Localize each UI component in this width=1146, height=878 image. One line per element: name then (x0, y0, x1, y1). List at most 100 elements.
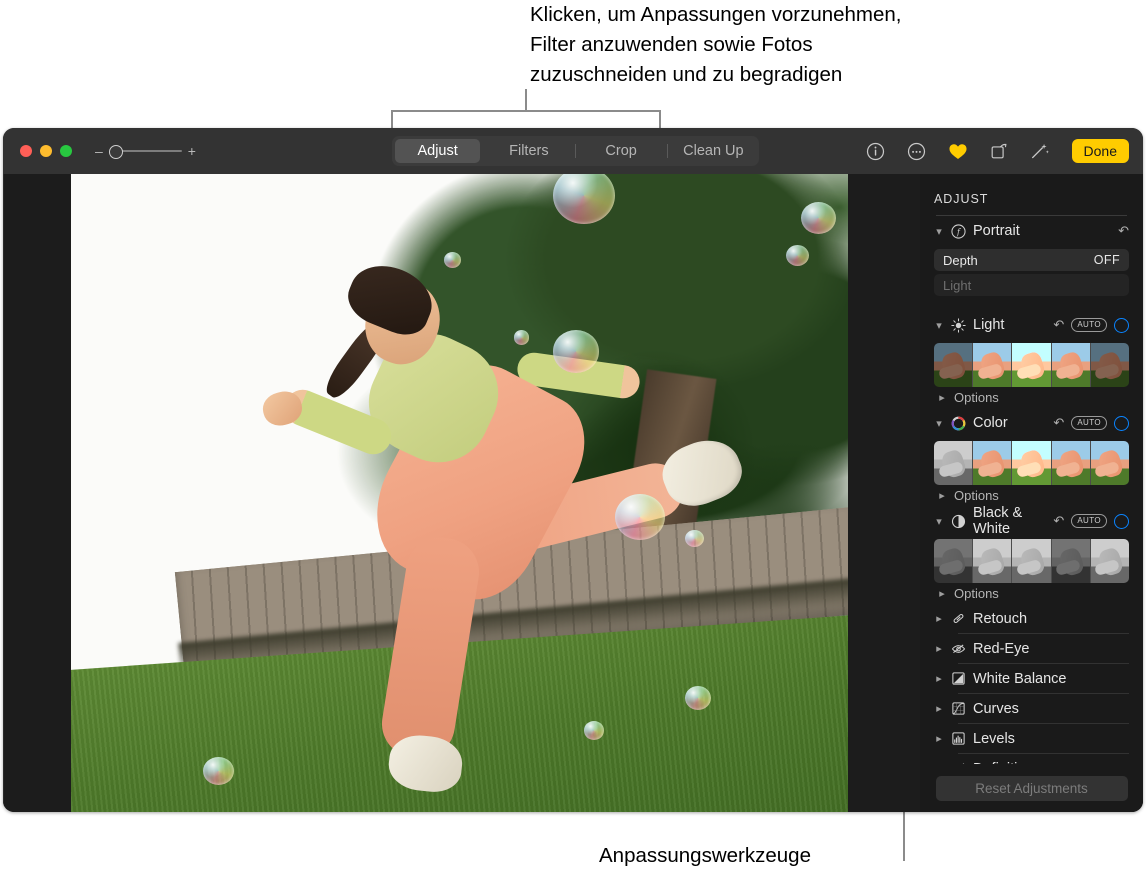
chevron-right-icon[interactable]: ▸ (937, 391, 947, 404)
sidebar-item-levels[interactable]: ▸ Levels (934, 724, 1129, 753)
portrait-light-label: Light (943, 277, 972, 293)
close-window-button[interactable] (20, 145, 32, 157)
zoom-in-icon[interactable]: + (188, 144, 196, 158)
portrait-depth-value: OFF (1093, 253, 1120, 267)
zoom-out-icon[interactable]: – (95, 144, 103, 158)
chevron-right-icon[interactable]: ▸ (934, 732, 944, 745)
sidebar-title: ADJUST (934, 192, 989, 206)
chevron-right-icon[interactable]: ▸ (934, 642, 944, 655)
chevron-right-icon[interactable]: ▸ (937, 587, 947, 600)
section-light-header[interactable]: ▾ Light ↶ AUTO (934, 310, 1129, 340)
light-options-row[interactable]: ▸ Options (934, 387, 1129, 408)
sidebar-item-definition[interactable]: ▸ Definition (934, 754, 1129, 764)
variation-thumb[interactable] (1089, 441, 1129, 485)
variation-thumb[interactable] (1050, 441, 1090, 485)
favorite-heart-icon[interactable] (946, 139, 970, 163)
chevron-down-icon[interactable]: ▾ (934, 417, 944, 430)
tab-adjust[interactable]: Adjust (395, 139, 481, 163)
section-portrait: ▾ f Portrait ↶ Depth OFF Light (920, 216, 1143, 296)
callout-top-stem (525, 89, 527, 110)
variation-thumb[interactable] (1011, 441, 1051, 485)
more-options-icon[interactable] (905, 139, 929, 163)
done-button[interactable]: Done (1071, 139, 1129, 163)
portrait-depth-row[interactable]: Depth OFF (934, 249, 1129, 271)
auto-enhance-wand-icon[interactable] (1028, 139, 1052, 163)
revert-icon[interactable]: ↶ (1118, 223, 1129, 239)
photo-canvas[interactable] (71, 174, 848, 812)
revert-icon[interactable]: ↶ (1053, 513, 1064, 529)
sidebar-item-retouch[interactable]: ▸ Retouch (934, 604, 1129, 633)
variation-thumb[interactable] (1050, 343, 1090, 387)
section-light-actions: ↶ AUTO (1053, 317, 1129, 333)
subject-standing-leg (377, 532, 484, 763)
revert-icon[interactable]: ↶ (1053, 415, 1064, 431)
bubble (583, 721, 604, 740)
edit-mode-segmented-control[interactable]: Adjust Filters Crop Clean Up (392, 136, 759, 166)
chevron-down-icon[interactable]: ▾ (934, 515, 944, 528)
toggle-ring-icon[interactable] (1114, 415, 1129, 431)
color-wheel-icon (951, 416, 966, 431)
collapsed-adjustment-list: ▸ Retouch ▸ Red-Eye ▸ White Balance ▸ Cu… (920, 604, 1143, 764)
callout-top-bracket-tick-left (391, 110, 393, 129)
zoom-slider-knob[interactable] (108, 145, 123, 159)
variation-thumb[interactable] (972, 343, 1012, 387)
svg-text:f: f (956, 227, 962, 236)
chevron-right-icon[interactable]: ▸ (937, 489, 947, 502)
toggle-ring-icon[interactable] (1114, 513, 1129, 529)
tab-crop[interactable]: Crop (579, 139, 664, 163)
variation-thumb[interactable] (972, 539, 1012, 583)
variation-thumb[interactable] (972, 441, 1012, 485)
color-variations-strip[interactable] (934, 441, 1129, 485)
chevron-right-icon[interactable]: ▸ (934, 612, 944, 625)
variation-thumb[interactable] (934, 343, 973, 387)
maximize-window-button[interactable] (60, 145, 72, 157)
rotate-icon[interactable] (987, 139, 1011, 163)
color-options-row[interactable]: ▸ Options (934, 485, 1129, 506)
section-color-label: Color (973, 415, 1008, 431)
auto-badge[interactable]: AUTO (1071, 416, 1107, 430)
sun-icon (951, 317, 966, 333)
info-icon[interactable] (864, 139, 888, 163)
variation-thumb[interactable] (934, 441, 973, 485)
toggle-ring-icon[interactable] (1114, 317, 1129, 333)
white-balance-icon (951, 671, 966, 686)
auto-badge[interactable]: AUTO (1071, 514, 1107, 528)
sidebar-item-white-balance[interactable]: ▸ White Balance (934, 664, 1129, 693)
revert-icon[interactable]: ↶ (1053, 317, 1064, 333)
black-and-white-options-row[interactable]: ▸ Options (934, 583, 1129, 604)
section-portrait-header[interactable]: ▾ f Portrait ↶ (934, 216, 1129, 246)
variation-thumb[interactable] (1089, 539, 1129, 583)
tab-filters[interactable]: Filters (486, 139, 571, 163)
light-variations-strip[interactable] (934, 343, 1129, 387)
section-black-and-white-actions: ↶ AUTO (1053, 513, 1129, 529)
chevron-down-icon[interactable]: ▾ (934, 225, 944, 238)
screenshot-root: Klicken, um Anpassungen vorzunehmen, Fil… (0, 0, 1146, 878)
sidebar-item-levels-label: Levels (973, 730, 1015, 747)
section-black-and-white-header[interactable]: ▾ Black & White ↶ AUTO (934, 505, 1129, 537)
variation-thumb[interactable] (1011, 343, 1051, 387)
section-color-actions: ↶ AUTO (1053, 415, 1129, 431)
sidebar-item-curves[interactable]: ▸ Curves (934, 694, 1129, 723)
tab-clean-up[interactable]: Clean Up (671, 139, 756, 163)
black-and-white-variations-strip[interactable] (934, 539, 1129, 583)
chevron-right-icon[interactable]: ▸ (934, 672, 944, 685)
variation-thumb[interactable] (1050, 539, 1090, 583)
minimize-window-button[interactable] (40, 145, 52, 157)
chevron-right-icon[interactable]: ▸ (934, 702, 944, 715)
sidebar-item-red-eye[interactable]: ▸ Red-Eye (934, 634, 1129, 663)
auto-badge[interactable]: AUTO (1071, 318, 1107, 332)
reset-adjustments-button[interactable]: Reset Adjustments (935, 775, 1128, 801)
sidebar-header: ADJUST (920, 174, 1143, 216)
zoom-slider-track[interactable] (108, 144, 182, 159)
zoom-slider-control[interactable]: – + (95, 144, 196, 159)
section-color-header[interactable]: ▾ Color ↶ AUTO (934, 408, 1129, 438)
adjust-sidebar-scroll[interactable]: ADJUST ▾ f Portrait ↶ Depth OFF Light ▾ … (920, 174, 1143, 764)
variation-thumb[interactable] (934, 539, 973, 583)
contrast-circle-icon (951, 514, 966, 529)
variation-thumb[interactable] (1011, 539, 1051, 583)
chevron-down-icon[interactable]: ▾ (934, 319, 944, 332)
traffic-lights[interactable] (20, 145, 72, 157)
zoom-slider-bar (114, 150, 182, 152)
toolbar-right-tools: Done (864, 128, 1129, 174)
variation-thumb[interactable] (1089, 343, 1129, 387)
